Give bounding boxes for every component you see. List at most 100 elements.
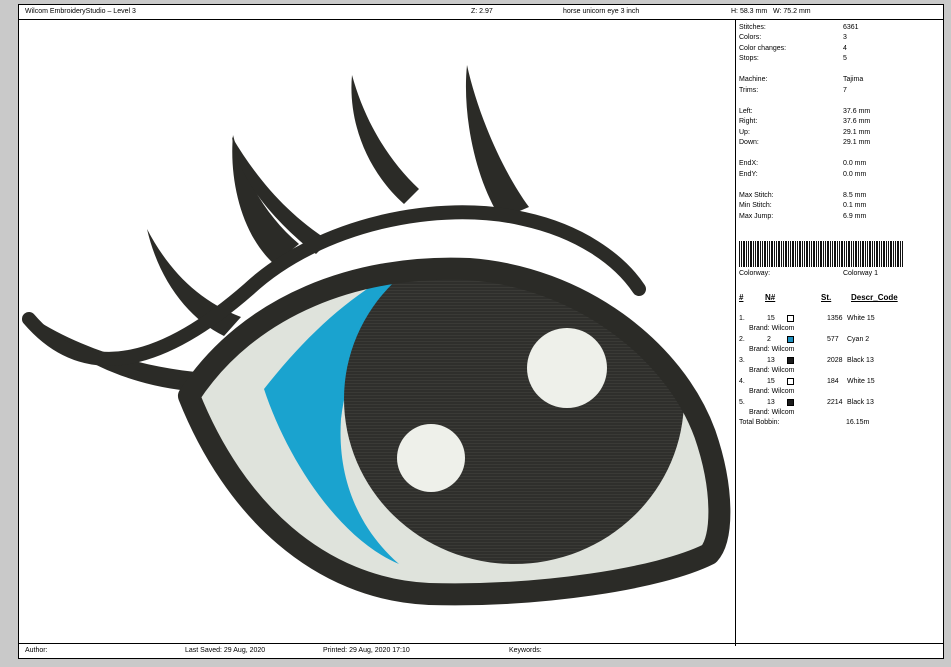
color-table-row: 5. 13 2214 Black 13 (739, 398, 939, 408)
barcode-bar (813, 241, 815, 267)
barcode-bar (743, 241, 745, 267)
color-table-row: 1. 15 1356 White 15 (739, 314, 939, 324)
row-needle: 13 (767, 357, 775, 364)
barcode-bar (853, 241, 854, 267)
barcode-bar (762, 241, 763, 267)
barcode-bar (753, 241, 754, 267)
barcode-bar (872, 241, 873, 267)
header-bar: Wilcom EmbroideryStudio – Level 3 Z: 2.9… (19, 5, 943, 20)
stat-row: Max Stitch: 8.5 mm (739, 191, 939, 201)
row-index: 2. (739, 336, 745, 343)
row-stitches: 2028 (827, 357, 843, 364)
stat-value: 37.6 mm (843, 118, 871, 125)
barcode-bar (837, 241, 838, 267)
colorway-value: Colorway 1 (843, 270, 879, 277)
barcode-bar (858, 241, 859, 267)
total-bobbin-row: Total Bobbin: 16.15m (739, 418, 939, 428)
barcode-bar (900, 241, 901, 267)
stat-row: Machine: Tajima (739, 75, 939, 85)
stat-label: Min Stitch: (739, 202, 772, 209)
col-index: # (739, 293, 744, 302)
barcode-bar (778, 241, 780, 267)
row-brand: Brand: Wilcom (749, 409, 795, 416)
stat-label: Trims: (739, 87, 759, 94)
row-stitches: 184 (827, 378, 839, 385)
barcode-bar (809, 241, 810, 267)
keywords-label: Keywords: (509, 647, 542, 654)
app-title: Wilcom EmbroideryStudio – Level 3 (25, 8, 136, 15)
row-index: 4. (739, 378, 745, 385)
row-descr: Black 13 (847, 357, 874, 364)
color-swatch (787, 357, 794, 364)
barcode-bar (760, 241, 761, 267)
barcode-bar (781, 241, 782, 267)
row-brand: Brand: Wilcom (749, 346, 795, 353)
barcode-bar (816, 241, 817, 267)
barcode-bar (802, 241, 803, 267)
barcode-bar (841, 241, 843, 267)
row-descr: White 15 (847, 315, 875, 322)
barcode-bar (823, 241, 824, 267)
stat-row: Colors: 3 (739, 33, 939, 43)
stat-row: Trims: 7 (739, 86, 939, 96)
barcode-bar (874, 241, 875, 267)
row-index: 3. (739, 357, 745, 364)
barcode-bar (785, 241, 787, 267)
barcode-bar (771, 241, 773, 267)
stat-row: Left: 37.6 mm (739, 107, 939, 117)
stat-label: Machine: (739, 76, 768, 83)
col-stitches: St. (821, 293, 832, 302)
barcode-bar (893, 241, 894, 267)
embroidery-design-preview (22, 65, 731, 606)
barcode-bar (902, 241, 903, 267)
stat-row: Right: 37.6 mm (739, 117, 939, 127)
row-descr: White 15 (847, 378, 875, 385)
barcode-bar (881, 241, 882, 267)
stat-label: Stops: (739, 55, 759, 62)
barcode-bar (897, 241, 899, 267)
stat-label: Right: (739, 118, 758, 125)
stat-row: Stitches: 6361 (739, 23, 939, 33)
stat-row: Up: 29.1 mm (739, 128, 939, 138)
total-bobbin-label: Total Bobbin: (739, 419, 780, 426)
stat-row: Color changes: 4 (739, 44, 939, 54)
barcode-bar (818, 241, 819, 267)
stat-value: Tajima (843, 76, 864, 83)
stat-label: Color changes: (739, 45, 787, 52)
row-brand: Brand: Wilcom (749, 388, 795, 395)
barcode-bar (741, 241, 742, 267)
stat-value: 3 (843, 34, 847, 41)
barcode-bar (844, 241, 845, 267)
row-index: 5. (739, 399, 745, 406)
barcode-bar (799, 241, 801, 267)
stat-value: 29.1 mm (843, 139, 871, 146)
barcode-bar (746, 241, 747, 267)
stat-row: EndX: 0.0 mm (739, 159, 939, 169)
row-stitches: 1356 (827, 315, 843, 322)
barcode-bar (860, 241, 861, 267)
color-table-row: 4. 15 184 White 15 (739, 377, 939, 387)
stat-row: Down: 29.1 mm (739, 138, 939, 148)
stat-value: 37.6 mm (843, 108, 871, 115)
stat-row: Max Jump: 6.9 mm (739, 212, 939, 222)
total-bobbin-value: 16.15m (846, 419, 870, 426)
row-descr: Cyan 2 (847, 336, 870, 343)
barcode-bar (806, 241, 808, 267)
stat-value: 0.0 mm (843, 160, 867, 167)
barcode-bar (886, 241, 887, 267)
barcode-bar (739, 241, 740, 267)
barcode-bar (748, 241, 749, 267)
height-readout: H: 58.3 mm (731, 8, 768, 15)
row-descr: Black 13 (847, 399, 874, 406)
barcode-bar (774, 241, 775, 267)
stat-label: Max Stitch: (739, 192, 774, 199)
stat-label: Left: (739, 108, 753, 115)
row-stitches: 2214 (827, 399, 843, 406)
barcode-bar (804, 241, 805, 267)
stat-row: Min Stitch: 0.1 mm (739, 201, 939, 211)
stat-label: Down: (739, 139, 759, 146)
row-needle: 15 (767, 315, 775, 322)
row-stitches: 577 (827, 336, 839, 343)
barcode-bar (895, 241, 896, 267)
barcode-bar (865, 241, 866, 267)
